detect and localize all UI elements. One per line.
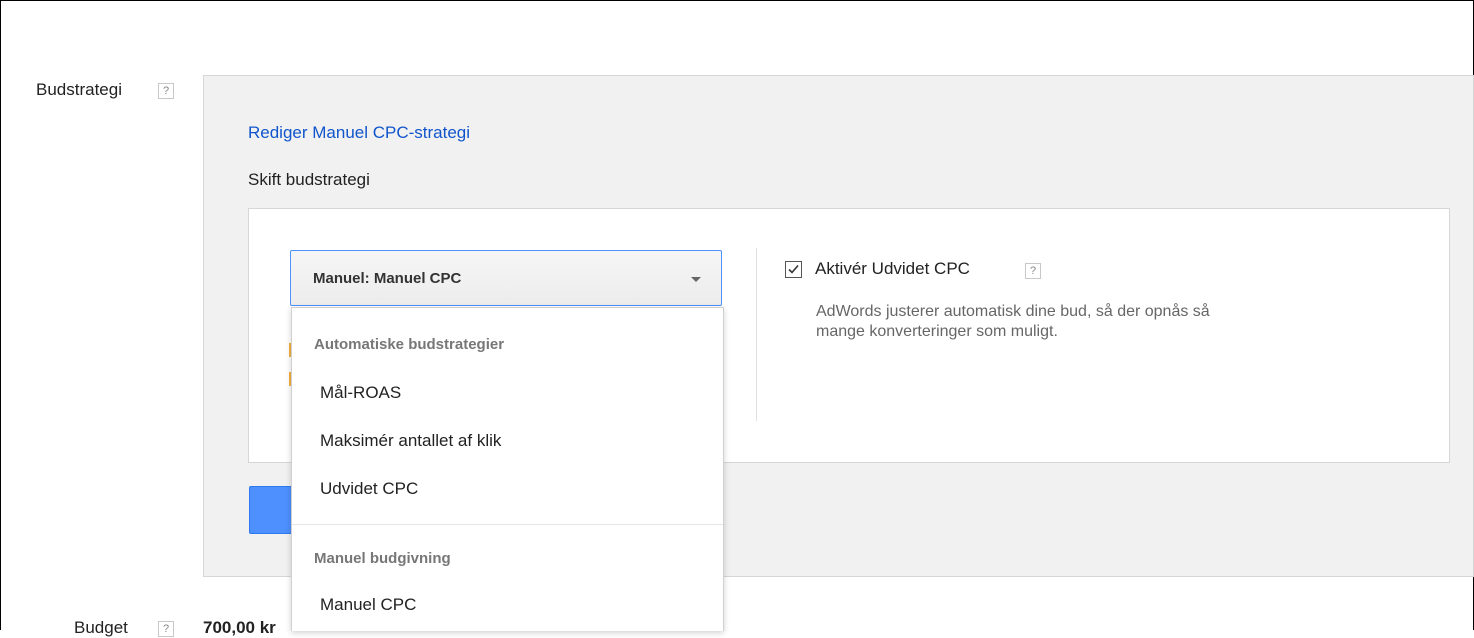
bid-strategy-help-icon[interactable]: ? xyxy=(158,83,174,99)
enhanced-cpc-label[interactable]: Aktivér Udvidet CPC xyxy=(815,259,970,279)
save-button[interactable] xyxy=(249,486,291,534)
dropdown-item-enhanced-cpc[interactable]: Udvidet CPC xyxy=(320,479,418,499)
edit-strategy-link[interactable]: Rediger Manuel CPC-strategi xyxy=(248,123,470,143)
enhanced-cpc-description: AdWords justerer automatisk dine bud, så… xyxy=(816,303,1210,340)
budget-help-icon[interactable]: ? xyxy=(158,621,174,637)
enhanced-cpc-checkbox[interactable] xyxy=(785,261,802,278)
vertical-divider xyxy=(756,248,757,421)
enhanced-cpc-help-icon[interactable]: ? xyxy=(1025,263,1041,279)
dropdown-item-target-roas[interactable]: Mål-ROAS xyxy=(320,383,401,403)
dropdown-item-manual-cpc[interactable]: Manuel CPC xyxy=(320,595,416,615)
budget-value: 700,00 kr xyxy=(203,618,276,637)
bid-strategy-dropdown: Automatiske budstrategier Mål-ROAS Maksi… xyxy=(291,307,724,631)
dropdown-separator xyxy=(292,524,723,525)
bid-strategy-label: Budstrategi xyxy=(36,80,122,99)
dropdown-item-maximize-clicks[interactable]: Maksimér antallet af klik xyxy=(320,431,501,451)
dropdown-group-automatic: Automatiske budstrategier xyxy=(314,336,505,353)
dropdown-group-manual: Manuel budgivning xyxy=(314,550,451,567)
checkmark-icon xyxy=(788,264,799,274)
bid-strategy-select[interactable]: Manuel: Manuel CPC xyxy=(290,250,722,306)
budget-label: Budget xyxy=(74,618,128,637)
change-strategy-label: Skift budstrategi xyxy=(248,170,370,189)
chevron-down-icon xyxy=(691,277,701,282)
bid-strategy-select-value: Manuel: Manuel CPC xyxy=(313,270,462,287)
